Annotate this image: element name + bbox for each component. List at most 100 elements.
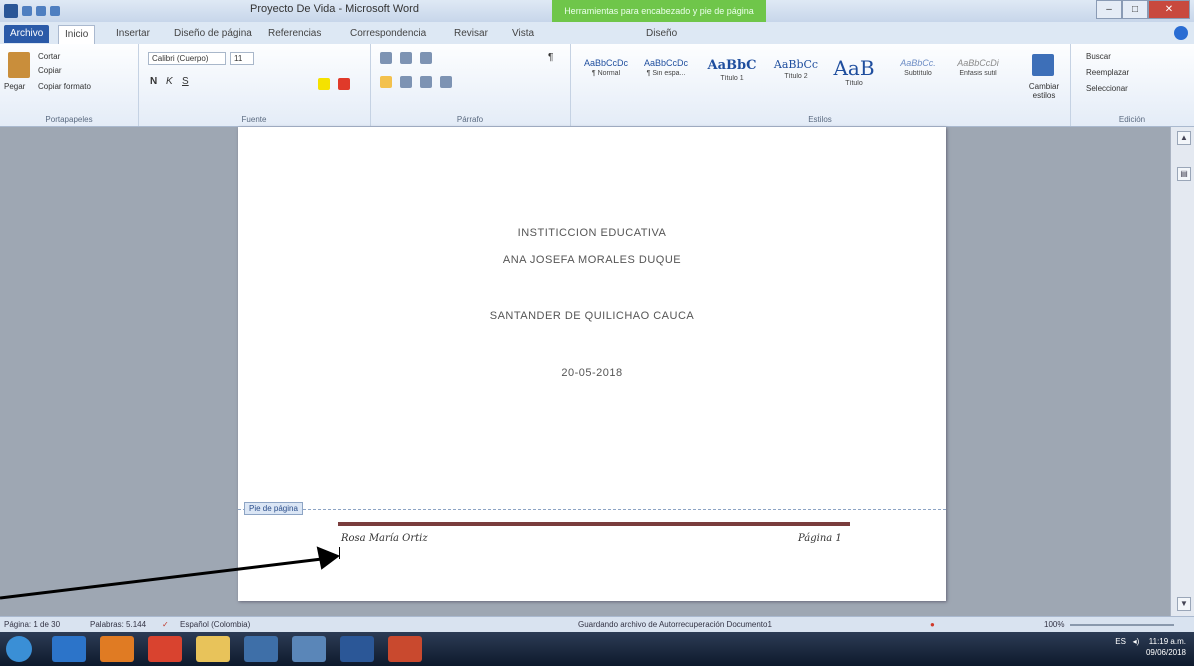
style-sample: AaBbCcDi	[957, 58, 999, 68]
style-sample: AaBbCcDc	[643, 58, 688, 68]
style-no-spacing[interactable]: AaBbCcDc ¶ Sin espa...	[638, 58, 694, 110]
style-normal[interactable]: AaBbCcDc ¶ Normal	[578, 58, 634, 110]
format-painter-button[interactable]: Copiar formato	[38, 82, 91, 91]
contextual-tab-header: Herramientas para encabezado y pie de pá…	[552, 0, 766, 22]
cancel-save-icon[interactable]: ●	[930, 620, 935, 629]
align-right-icon[interactable]	[420, 76, 432, 88]
input-language[interactable]: ES	[1115, 637, 1126, 646]
window-title: Proyecto De Vida - Microsoft Word	[250, 3, 419, 15]
footer-author: Rosa María Ortiz	[341, 533, 428, 544]
font-size-select[interactable]: 11	[230, 52, 254, 65]
scroll-up-icon[interactable]: ▲	[1177, 131, 1191, 145]
ribbon-tabs: Archivo Inicio Insertar Diseño de página…	[0, 22, 1194, 45]
tab-view[interactable]: Vista	[506, 25, 540, 43]
style-name: Título	[845, 80, 863, 87]
media-player-icon[interactable]	[244, 636, 278, 662]
cut-button[interactable]: Cortar	[38, 52, 60, 61]
text-cursor	[339, 547, 340, 559]
styles-group: AaBbCcDc ¶ Normal AaBbCcDc ¶ Sin espa...…	[570, 44, 1071, 126]
styles-group-label: Estilos	[808, 115, 832, 124]
highlight-icon[interactable]	[318, 78, 330, 90]
zoom-level[interactable]: 100%	[1044, 620, 1064, 629]
clock-time[interactable]: 11:19 a.m.	[1146, 636, 1186, 647]
align-center-icon[interactable]	[400, 76, 412, 88]
style-sample: AaBbCc.	[900, 58, 936, 68]
clipboard-group-label: Portapapeles	[45, 115, 93, 124]
style-subtle-emphasis[interactable]: AaBbCcDi Énfasis sutil	[950, 58, 1006, 110]
bullets-icon[interactable]	[380, 52, 392, 64]
status-bar: Página: 1 de 30 Palabras: 5.144 ✓ Españo…	[0, 616, 1194, 633]
internet-explorer-icon[interactable]	[52, 636, 86, 662]
multilevel-list-icon[interactable]	[420, 52, 432, 64]
city-line: SANTANDER DE QUILICHAO CAUCA	[489, 310, 695, 322]
word-icon[interactable]	[4, 4, 18, 18]
autosave-status: Guardando archivo de Autorrecuperación D…	[578, 620, 772, 629]
scroll-down-icon[interactable]: ▼	[1177, 597, 1191, 611]
word-count[interactable]: Palabras: 5.144	[90, 620, 146, 629]
word-taskbar-icon[interactable]	[340, 636, 374, 662]
paste-button[interactable]: Pegar	[4, 82, 25, 91]
save-icon[interactable]	[22, 6, 32, 16]
maximize-button[interactable]: □	[1122, 0, 1148, 19]
footer-page-number: Página 1	[798, 533, 842, 544]
zoom-slider[interactable]	[1070, 624, 1174, 626]
paste-icon[interactable]	[8, 52, 30, 78]
change-styles-button[interactable]: Cambiar estilos	[1028, 82, 1060, 100]
justify-icon[interactable]	[440, 76, 452, 88]
volume-icon[interactable]: ◂)	[1133, 637, 1140, 646]
change-styles-icon[interactable]	[1032, 54, 1054, 76]
undo-icon[interactable]	[36, 6, 46, 16]
window-controls: – □ ✕	[1096, 0, 1190, 19]
font-color-icon[interactable]	[338, 78, 350, 90]
explorer-icon[interactable]	[196, 636, 230, 662]
minimize-button[interactable]: –	[1096, 0, 1122, 19]
show-marks-icon[interactable]: ¶	[548, 52, 553, 63]
align-left-icon[interactable]	[380, 76, 392, 88]
firefox-icon[interactable]	[100, 636, 134, 662]
style-subtitle[interactable]: AaBbCc. Subtítulo	[890, 58, 946, 110]
tab-home[interactable]: Inicio	[58, 25, 96, 44]
style-name: Subtítulo	[904, 70, 932, 77]
vertical-scrollbar[interactable]: ▲ ▤ ▼	[1170, 127, 1194, 616]
clock-date[interactable]: 09/06/2018	[1146, 647, 1186, 658]
close-button[interactable]: ✕	[1148, 0, 1190, 19]
document-page[interactable]: INSTITICCION EDUCATIVA ANA JOSEFA MORALE…	[238, 127, 946, 601]
footer-boundary	[238, 509, 946, 510]
tab-references[interactable]: Referencias	[262, 25, 327, 43]
tab-page-layout[interactable]: Diseño de página	[168, 25, 258, 43]
school-name: ANA JOSEFA MORALES DUQUE	[502, 254, 682, 266]
underline-icon[interactable]: S	[182, 76, 189, 87]
page-count[interactable]: Página: 1 de 30	[4, 620, 60, 629]
language-indicator[interactable]: Español (Colombia)	[180, 620, 250, 629]
tab-design[interactable]: Diseño	[640, 25, 683, 43]
editing-group-label: Edición	[1118, 115, 1146, 124]
powerpoint-taskbar-icon[interactable]	[388, 636, 422, 662]
tab-file[interactable]: Archivo	[4, 25, 50, 43]
title-bar: Proyecto De Vida - Microsoft Word Herram…	[0, 0, 1194, 22]
font-family-select[interactable]: Calibri (Cuerpo)	[148, 52, 226, 65]
tab-insert[interactable]: Insertar	[110, 25, 156, 43]
spelling-icon[interactable]: ✓	[162, 620, 169, 629]
tab-mailings[interactable]: Correspondencia	[344, 25, 432, 43]
find-button[interactable]: Buscar	[1086, 52, 1111, 61]
start-icon[interactable]	[6, 636, 32, 662]
bold-icon[interactable]: N	[150, 76, 157, 87]
footer-rule	[338, 522, 850, 526]
style-heading-1[interactable]: AaBbC Título 1	[704, 58, 760, 110]
date-line: 20-05-2018	[561, 367, 623, 379]
redo-icon[interactable]	[50, 6, 60, 16]
copy-button[interactable]: Copiar	[38, 66, 62, 75]
style-heading-2[interactable]: AaBbCc Título 2	[768, 58, 824, 110]
style-name: Título 2	[784, 73, 808, 80]
italic-icon[interactable]: K	[166, 76, 173, 87]
ruler-toggle-icon[interactable]: ▤	[1177, 167, 1191, 181]
tab-review[interactable]: Revisar	[448, 25, 494, 43]
select-button[interactable]: Seleccionar	[1086, 84, 1128, 93]
chrome-icon[interactable]	[148, 636, 182, 662]
style-title[interactable]: AaB Título	[826, 58, 882, 110]
help-icon[interactable]	[1174, 26, 1188, 40]
font-group-label: Fuente	[241, 115, 267, 124]
numbering-icon[interactable]	[400, 52, 412, 64]
replace-button[interactable]: Reemplazar	[1086, 68, 1129, 77]
network-app-icon[interactable]	[292, 636, 326, 662]
